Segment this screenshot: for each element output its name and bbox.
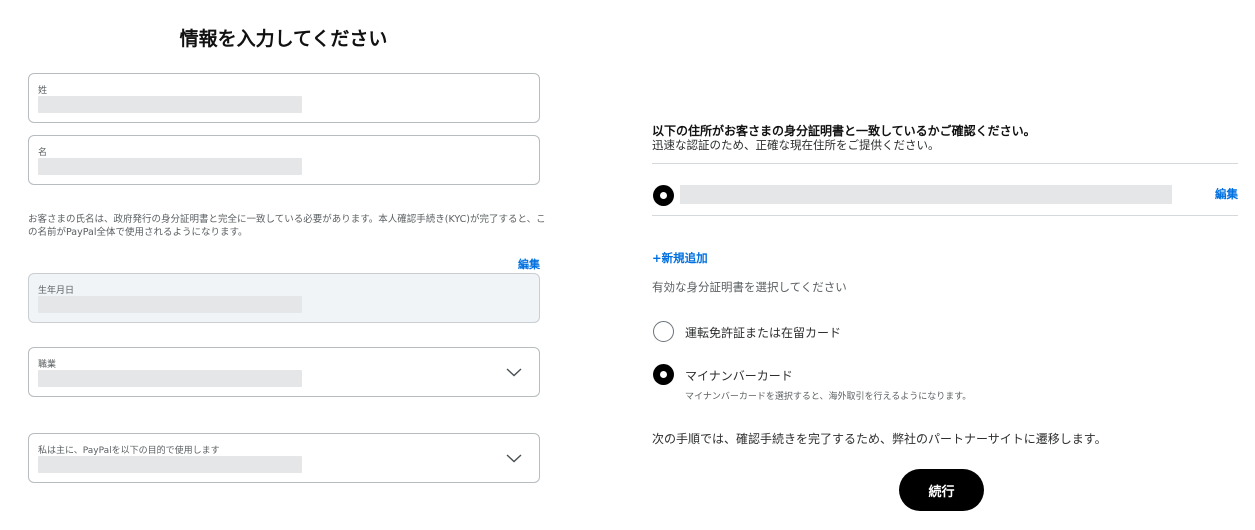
- dob-field: 生年月日: [28, 273, 540, 323]
- address-radio[interactable]: [653, 185, 674, 206]
- dob-value: [38, 296, 302, 313]
- last-name-field[interactable]: 姓: [28, 73, 540, 123]
- mynumber-card-hint: マイナンバーカードを選択すると、海外取引を行えるようになります。: [685, 392, 972, 402]
- first-name-value: [38, 158, 302, 175]
- mynumber-card-radio[interactable]: [653, 364, 674, 385]
- occupation-label: 職業: [38, 360, 57, 370]
- first-name-field[interactable]: 名: [28, 135, 540, 185]
- address-subheading: 迅速な認証のため、正確な現在住所をご提供ください。: [652, 138, 940, 152]
- add-new-address-link[interactable]: +新規追加: [652, 250, 708, 266]
- purpose-value: [38, 456, 302, 473]
- purpose-label: 私は主に、PayPalを以下の目的で使用します: [38, 446, 220, 456]
- purpose-select[interactable]: 私は主に、PayPalを以下の目的で使用します: [28, 433, 540, 483]
- id-prompt: 有効な身分証明書を選択してください: [652, 280, 847, 294]
- dob-label: 生年月日: [38, 286, 75, 296]
- drivers-license-label[interactable]: 運転免許証または在留カード: [685, 324, 841, 341]
- occupation-value: [38, 370, 302, 387]
- first-name-label: 名: [38, 148, 48, 158]
- divider: [652, 163, 1238, 164]
- mynumber-card-label[interactable]: マイナンバーカード: [685, 367, 793, 384]
- divider: [652, 215, 1238, 216]
- last-name-label: 姓: [38, 86, 48, 96]
- page-title: 情報を入力してください: [179, 28, 388, 50]
- edit-dob-link[interactable]: 編集: [480, 256, 540, 272]
- name-note: お客さまの氏名は、政府発行の身分証明書と完全に一致している必要があります。本人確…: [28, 214, 546, 238]
- edit-address-link[interactable]: 編集: [1180, 186, 1238, 202]
- next-step-note: 次の手順では、確認手続きを完了するため、弊社のパートナーサイトに遷移します。: [652, 432, 1107, 446]
- chevron-down-icon: [506, 368, 522, 377]
- drivers-license-radio[interactable]: [653, 321, 674, 342]
- address-value: [680, 185, 1172, 204]
- last-name-value: [38, 96, 302, 113]
- chevron-down-icon: [506, 454, 522, 463]
- occupation-select[interactable]: 職業: [28, 347, 540, 397]
- continue-button[interactable]: 続行: [899, 469, 984, 511]
